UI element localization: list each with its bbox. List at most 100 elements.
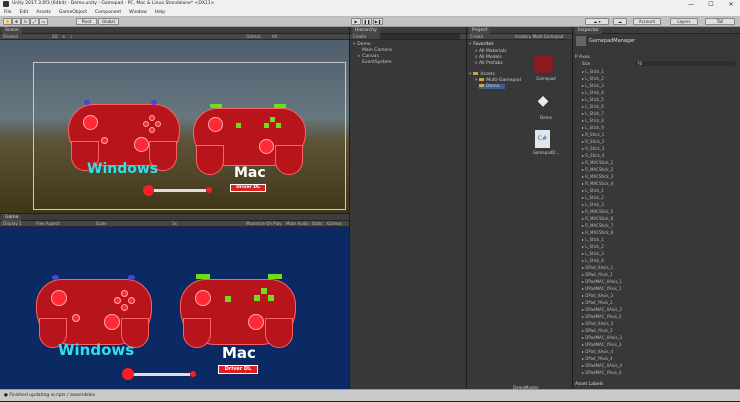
gamepad-prefab-thumbnail[interactable] [533,55,553,73]
layout-dropdown[interactable]: Tall [705,18,735,25]
expand-arrow-icon[interactable]: ▸ [358,54,360,59]
axis-item[interactable]: ▸ L_Stick_6 [582,104,604,109]
axis-item[interactable]: ▸ DPad_YAxis_3 [582,328,613,333]
axis-item[interactable]: ▸ L_Stick_4 [582,258,604,263]
scene-root[interactable]: ▾ Demo [353,42,371,47]
favorite-item[interactable]: ⌕ All Prefabs [475,60,503,66]
rotate-tool-icon[interactable]: ↻ [21,18,30,25]
tab-inspector[interactable]: Inspector [575,27,602,34]
axis-item[interactable]: ▸ L_Stick_3 [582,202,604,207]
expand-arrow-icon[interactable]: ▾ [469,72,471,77]
axis-item[interactable]: ▸ L_Stick_2 [582,244,604,249]
step-button[interactable]: ▶❚ [373,18,383,25]
axis-item[interactable]: ▸ DPad_YAxis_2 [582,300,613,305]
axis-item[interactable]: ▸ R_MACStick_3 [582,174,613,179]
tab-game[interactable]: Game [2,214,22,221]
axis-item[interactable]: ▸ DPad_XAxis_4 [582,349,613,354]
slider-end-knob-game[interactable] [190,371,196,377]
axis-item[interactable]: ▸ L_Stick_8 [582,118,604,123]
axis-item[interactable]: ▸ L_Stick_1 [582,69,604,74]
axis-item[interactable]: ▸ L_Stick_1 [582,237,604,242]
axis-item[interactable]: ▸ R_Stick_4 [582,153,604,158]
axis-item[interactable]: ▸ R_MACStick_4 [582,181,613,186]
axis-item[interactable]: ▸ L_Stick_7 [582,111,604,116]
menu-help[interactable]: Help [151,9,169,17]
expand-arrow-icon[interactable]: ▾ [475,78,477,83]
rect-tool-icon[interactable]: ▭ [39,18,48,25]
axis-item[interactable]: ▸ DPadMAC_YAxis_3 [582,342,621,347]
favorites-folder[interactable]: ▾ Favorites [469,42,494,47]
game-view[interactable]: Windows Mac Driver DL [0,227,349,389]
menu-edit[interactable]: Edit [16,9,33,17]
axis-item[interactable]: ▸ L_Stick_2 [582,195,604,200]
axis-item[interactable]: ▸ L_Stick_3 [582,83,604,88]
hierarchy-create-button[interactable]: Create [353,34,366,40]
project-create-button[interactable]: Create [470,34,483,40]
menu-gameobject[interactable]: GameObject [55,9,91,17]
axis-item[interactable]: ▸ R_MACStick_8 [582,230,613,235]
menu-assets[interactable]: Assets [32,9,55,17]
account-dropdown[interactable]: Account [633,18,661,25]
assets-folder[interactable]: ▾ Assets [469,72,495,77]
axis-item[interactable]: ▸ DPad_XAxis_2 [582,293,613,298]
driver-dl-button-game[interactable]: Driver DL [218,365,258,374]
scene-view[interactable]: Windows Mac Driver DL [0,40,349,213]
axis-item[interactable]: ▸ DPad_YAxis_4 [582,356,613,361]
vibration-slider-game[interactable] [132,373,190,376]
axis-item[interactable]: ▸ R_MACStick_7 [582,223,613,228]
size-field[interactable]: 76 [635,61,735,66]
collab-button[interactable]: ☁ ▾ [585,18,609,25]
play-button[interactable]: ▶ [351,18,361,25]
axis-item[interactable]: ▸ R_Stick_3 [582,146,604,151]
hierarchy-item-canvas[interactable]: ▸ Canvas [358,54,379,59]
axis-item[interactable]: ▸ R_Stick_2 [582,139,604,144]
axis-item[interactable]: ▸ DPadMAC_XAxis_4 [582,363,622,368]
csharp-script-icon[interactable]: C# [535,130,550,148]
asset-folder-selected[interactable]: Demo [479,84,505,89]
slider-knob-game[interactable] [122,368,134,380]
axis-item[interactable]: ▸ L_Stick_9 [582,125,604,130]
axis-item[interactable]: ▸ DPad_YAxis_1 [582,272,613,277]
hierarchy-item[interactable]: EventSystem [362,60,392,65]
menu-component[interactable]: Component [91,9,125,17]
axis-item[interactable]: ▸ DPadMAC_YAxis_2 [582,314,621,319]
axis-item[interactable]: ▸ DPad_XAxis_1 [582,265,613,270]
axis-item[interactable]: ▸ DPadMAC_YAxis_4 [582,370,621,375]
expand-arrow-icon[interactable]: ▾ [469,42,471,47]
maximize-button[interactable]: ☐ [704,0,718,9]
axis-item[interactable]: ▸ R_MACStick_2 [582,167,613,172]
axes-section-header[interactable]: P Axes [575,55,590,60]
tab-hierarchy[interactable]: Hierarchy [352,27,380,34]
hierarchy-item[interactable]: Main Camera [362,48,392,53]
axis-item[interactable]: ▸ DPadMAC_XAxis_2 [582,307,622,312]
axis-item[interactable]: ▸ L_Stick_4 [582,90,604,95]
pivot-toggle[interactable]: Pivot [76,18,97,25]
vibration-slider[interactable] [152,189,206,192]
move-tool-icon[interactable]: ✥ [12,18,21,25]
axis-item[interactable]: ▸ DPadMAC_XAxis_1 [582,279,622,284]
menu-file[interactable]: File [0,9,16,17]
cloud-icon[interactable]: ☁ [613,18,627,25]
unity-scene-icon[interactable]: ◆ [535,93,551,109]
tab-scene[interactable]: Scene [2,27,22,34]
close-button[interactable]: ✕ [724,0,738,9]
pause-button[interactable]: ❚❚ [362,18,372,25]
slider-knob[interactable] [143,185,154,196]
axis-item[interactable]: ▸ L_Stick_3 [582,251,604,256]
axis-item[interactable]: ▸ DPadMAC_XAxis_3 [582,335,622,340]
axis-item[interactable]: ▸ R_MACStick_5 [582,209,613,214]
axis-item[interactable]: ▸ R_MACStick_6 [582,216,613,221]
driver-dl-button[interactable]: Driver DL [230,184,266,192]
axis-item[interactable]: ▸ R_MACStick_1 [582,160,613,165]
tab-project[interactable]: Project [469,27,491,34]
axis-item[interactable]: ▸ L_Stick_2 [582,76,604,81]
hierarchy-search-input[interactable] [380,34,460,39]
expand-arrow-icon[interactable]: ▾ [353,42,355,47]
axis-item[interactable]: ▸ DPadMAC_YAxis_1 [582,286,621,291]
axis-item[interactable]: ▸ L_Stick_5 [582,97,604,102]
global-toggle[interactable]: Global [98,18,119,25]
asset-folder[interactable]: ▾ Multi-Gamepad [475,78,521,83]
axis-item[interactable]: ▸ DPad_XAxis_3 [582,321,613,326]
axis-item[interactable]: ▸ R_Stick_1 [582,132,604,137]
scale-tool-icon[interactable]: ⤢ [30,18,39,25]
